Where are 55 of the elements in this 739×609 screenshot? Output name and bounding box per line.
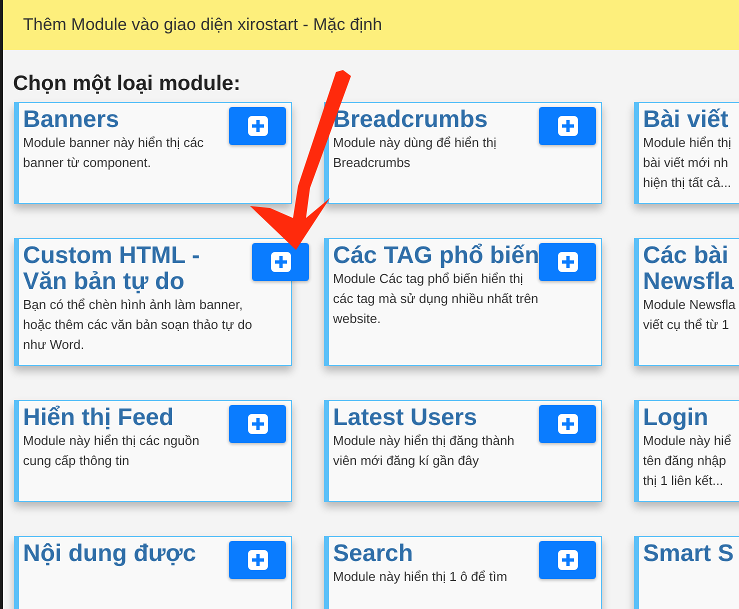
module-title: Breadcrumbs bbox=[333, 107, 489, 133]
module-description: Module này hiể bbox=[643, 432, 732, 450]
module-description: Module này hiển thị 1 ô để tìm bbox=[333, 568, 508, 586]
module-description: banner từ component. bbox=[23, 154, 152, 172]
plus-icon bbox=[248, 116, 268, 136]
module-title: Hiển thị Feed bbox=[23, 405, 175, 431]
add-module-button[interactable] bbox=[252, 243, 310, 281]
module-description: viết cụ thể từ 1 bbox=[643, 316, 730, 334]
module-title: Văn bản tự do bbox=[23, 269, 186, 295]
module-description: thị 1 liên kết... bbox=[643, 472, 724, 490]
module-description: website. bbox=[333, 310, 382, 328]
module-description: như Word. bbox=[23, 336, 86, 354]
add-module-button[interactable] bbox=[229, 405, 286, 443]
plus-icon bbox=[558, 550, 578, 570]
module-description: hiện thị tất cả... bbox=[643, 174, 732, 192]
module-title: Các bài bbox=[643, 243, 730, 269]
module-description: Breadcrumbs bbox=[333, 154, 412, 172]
module-title: Custom HTML - bbox=[23, 243, 201, 269]
module-title: Latest Users bbox=[333, 405, 478, 431]
section-heading: Chọn một loại module: bbox=[13, 72, 242, 96]
module-description: các tag mà sử dụng nhiều nhất trên bbox=[333, 290, 540, 308]
module-description: viên mới đăng kí gần đây bbox=[333, 452, 480, 470]
plus-icon bbox=[270, 252, 291, 272]
module-description: Bạn có thể chèn hình ảnh làm banner, bbox=[23, 296, 244, 314]
add-module-button[interactable] bbox=[229, 107, 286, 145]
module-title: Nội dung được bbox=[23, 541, 196, 567]
module-title: Banners bbox=[23, 107, 120, 133]
module-title: Smart S bbox=[643, 541, 734, 567]
module-description: bài viết mới nh bbox=[643, 154, 730, 172]
module-description: hoặc thêm các văn bản soạn thảo tự do bbox=[23, 316, 252, 334]
plus-icon bbox=[558, 252, 578, 272]
plus-icon bbox=[248, 550, 268, 570]
module-description: Module Newsfla bbox=[643, 296, 736, 314]
module-title: Bài viết bbox=[643, 107, 730, 133]
module-description: Module hiển thị bbox=[643, 134, 732, 152]
window-title: Thêm Module vào giao diện xirostart - Mặc định bbox=[23, 15, 382, 35]
module-title: Search bbox=[333, 541, 414, 567]
module-description: Module Các tag phổ biến hiển thị bbox=[333, 270, 524, 288]
module-title: Login bbox=[643, 405, 710, 431]
module-title: Newsfla bbox=[643, 269, 735, 295]
module-description: tên đăng nhập bbox=[643, 452, 728, 470]
add-module-button[interactable] bbox=[539, 405, 596, 443]
plus-icon bbox=[558, 414, 578, 434]
add-module-button[interactable] bbox=[539, 107, 596, 145]
plus-icon bbox=[248, 414, 268, 434]
plus-icon bbox=[558, 116, 578, 136]
module-description: Module này dùng để hiển thị bbox=[333, 134, 496, 152]
add-module-button[interactable] bbox=[539, 243, 596, 281]
module-description: cung cấp thông tin bbox=[23, 452, 130, 470]
add-module-button[interactable] bbox=[229, 541, 286, 579]
module-description: Module này hiển thị đăng thành bbox=[333, 432, 514, 450]
module-description: Module này hiển thị các nguồn bbox=[23, 432, 200, 450]
module-title: Các TAG phổ biến bbox=[333, 243, 540, 269]
add-module-button[interactable] bbox=[539, 541, 596, 579]
module-description: Module banner này hiển thị các bbox=[23, 134, 204, 152]
